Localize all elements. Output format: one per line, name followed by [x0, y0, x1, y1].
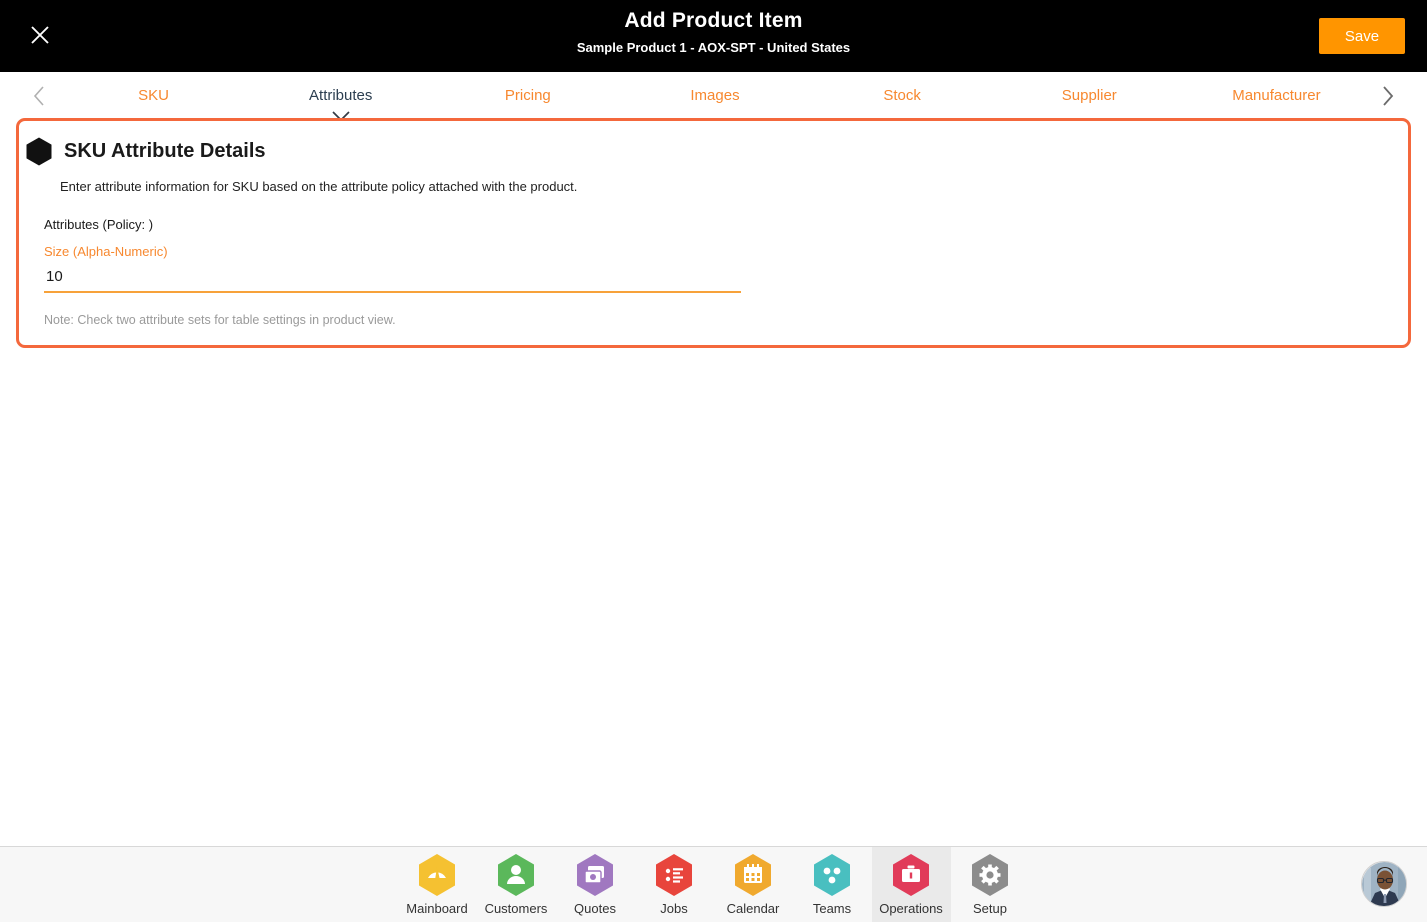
nav-item-jobs[interactable]: Jobs	[635, 847, 714, 922]
bottom-navigation-bar: Mainboard Customers Quotes Jobs Calendar…	[0, 846, 1427, 922]
tab-stock[interactable]: Stock	[809, 72, 996, 120]
size-input[interactable]	[44, 261, 741, 291]
page-title: Add Product Item	[624, 9, 803, 32]
setup-icon	[972, 854, 1008, 896]
chevron-left-icon	[33, 86, 44, 106]
nav-item-label: Teams	[812, 901, 852, 916]
chevron-right-icon	[1383, 86, 1394, 106]
operations-icon	[893, 854, 929, 896]
nav-item-label: Calendar	[726, 901, 780, 916]
card-header: SKU Attribute Details	[26, 137, 266, 166]
size-field-label: Size (Alpha-Numeric)	[44, 244, 168, 259]
tabs-scroll-left-button[interactable]	[22, 72, 56, 120]
hexagon-icon	[26, 137, 52, 166]
nav-item-quotes[interactable]: Quotes	[556, 847, 635, 922]
nav-item-setup[interactable]: Setup	[951, 847, 1030, 922]
nav-item-operations[interactable]: Operations	[871, 847, 951, 922]
nav-item-label: Customers	[484, 901, 548, 916]
card-title: SKU Attribute Details	[64, 140, 266, 162]
nav-item-label: Quotes	[574, 901, 616, 916]
tab-attributes[interactable]: Attributes	[247, 72, 434, 122]
tabs-scroll-right-button[interactable]	[1371, 72, 1405, 120]
user-avatar[interactable]	[1361, 861, 1407, 907]
tab-pricing[interactable]: Pricing	[434, 72, 621, 120]
tab-label: Attributes	[309, 87, 373, 104]
tab-list: SKU Attributes Pricing Images Stock Supp…	[60, 72, 1370, 122]
nav-item-label: Mainboard	[406, 901, 468, 916]
nav-item-mainboard[interactable]: Mainboard	[398, 847, 477, 922]
tab-images[interactable]: Images	[621, 72, 808, 120]
nav-item-list: Mainboard Customers Quotes Jobs Calendar…	[0, 847, 1427, 922]
quotes-icon	[577, 854, 613, 896]
header-title-block: Add Product Item Sample Product 1 - AOX-…	[0, 8, 1427, 57]
tab-sku[interactable]: SKU	[60, 72, 247, 120]
tab-label: Manufacturer	[1232, 87, 1321, 104]
tab-label: Pricing	[504, 87, 551, 104]
nav-item-label: Operations	[879, 901, 943, 916]
nav-item-label: Setup	[973, 901, 1007, 916]
customers-icon	[498, 854, 534, 896]
teams-icon	[814, 854, 850, 896]
nav-item-calendar[interactable]: Calendar	[714, 847, 793, 922]
card-note: Note: Check two attribute sets for table…	[44, 313, 396, 327]
top-header-bar: Add Product Item Sample Product 1 - AOX-…	[0, 0, 1427, 72]
sku-attribute-details-card: SKU Attribute Details Enter attribute in…	[16, 118, 1411, 348]
size-field-wrapper[interactable]	[44, 261, 741, 293]
attributes-policy-label: Attributes (Policy: )	[44, 217, 154, 232]
tab-label: SKU	[138, 87, 169, 104]
tab-label: Images	[690, 87, 740, 104]
calendar-icon	[735, 854, 771, 896]
card-description: Enter attribute information for SKU base…	[60, 179, 578, 194]
tab-label: Stock	[883, 87, 921, 104]
jobs-icon	[656, 854, 692, 896]
tab-strip: SKU Attributes Pricing Images Stock Supp…	[0, 72, 1427, 122]
tab-label: Supplier	[1061, 87, 1117, 104]
nav-item-customers[interactable]: Customers	[477, 847, 556, 922]
avatar-image	[1362, 862, 1406, 906]
tab-supplier[interactable]: Supplier	[996, 72, 1183, 120]
nav-item-teams[interactable]: Teams	[793, 847, 872, 922]
page-subtitle: Sample Product 1 - AOX-SPT - United Stat…	[576, 40, 851, 55]
tab-manufacturer[interactable]: Manufacturer	[1183, 72, 1370, 120]
nav-item-label: Jobs	[660, 901, 688, 916]
save-button[interactable]: Save	[1319, 18, 1405, 54]
mainboard-icon	[419, 854, 455, 896]
